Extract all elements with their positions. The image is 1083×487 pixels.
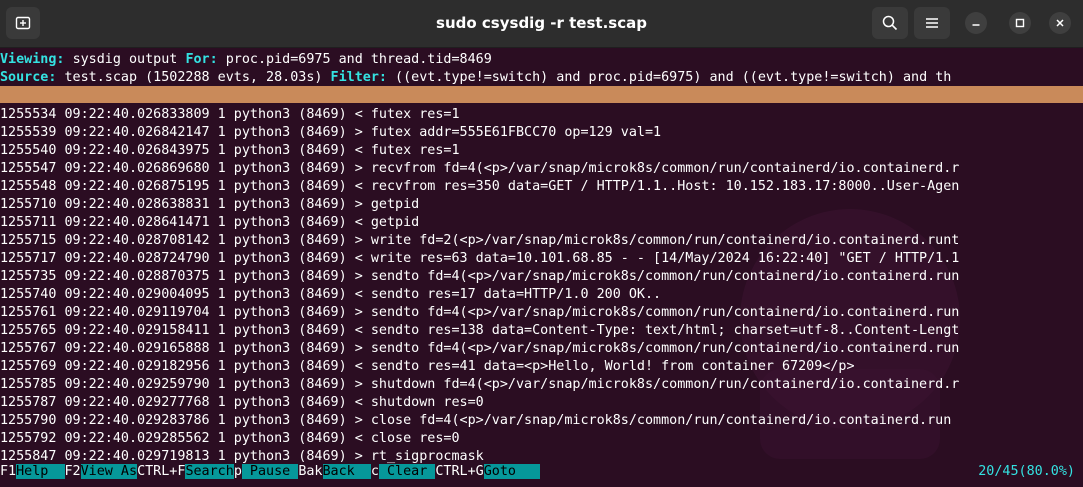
ctrl-f-key: CTRL+F [137, 464, 186, 479]
search-button[interactable] [872, 7, 908, 39]
scroll-progress: 20/45(80.0%) [978, 464, 1075, 479]
viewing-label: Viewing: [0, 52, 65, 67]
function-key-bar: F1Help F2View AsCTRL+FSearchp Pause BakB… [0, 463, 1083, 481]
f2-key: F2 [64, 464, 81, 479]
minimize-icon [972, 24, 980, 26]
hamburger-menu-icon [926, 18, 938, 28]
source-label: Source: [0, 70, 57, 85]
filter-label: Filter: [330, 70, 387, 85]
for-label: For: [185, 52, 218, 67]
event-line[interactable]: 1255717 09:22:40.028724790 1 python3 (84… [0, 250, 1083, 268]
clear-button[interactable]: Clear [378, 464, 436, 479]
back-button[interactable]: Back [322, 464, 371, 479]
view-as-button[interactable]: View As [80, 464, 138, 479]
ctrl-g-key: CTRL+G [435, 464, 484, 479]
terminal-content[interactable]: Viewing: sysdig output For: proc.pid=697… [0, 49, 1083, 487]
event-line[interactable]: 1255710 09:22:40.028638831 1 python3 (84… [0, 196, 1083, 214]
event-line[interactable]: 1255785 09:22:40.029259790 1 python3 (84… [0, 376, 1083, 394]
menu-button[interactable] [914, 7, 950, 39]
column-header-bar [0, 86, 1083, 103]
new-tab-icon [15, 16, 31, 30]
title-bar: sudo csysdig -r test.scap [0, 0, 1083, 48]
minimize-button[interactable] [965, 12, 987, 34]
c-key: c [370, 464, 379, 479]
source-line: Source: test.scap (1502288 evts, 28.03s)… [0, 69, 1083, 87]
event-line[interactable]: 1255539 09:22:40.026842147 1 python3 (84… [0, 124, 1083, 142]
event-line[interactable]: 1255715 09:22:40.028708142 1 python3 (84… [0, 232, 1083, 250]
event-line[interactable]: 1255769 09:22:40.029182956 1 python3 (84… [0, 358, 1083, 376]
filter-value: ((evt.type!=switch) and proc.pid=6975) a… [395, 70, 952, 85]
terminal-window: sudo csysdig -r test.scap Viewing: sysdi… [0, 0, 1083, 487]
event-line[interactable]: 1255790 09:22:40.029283786 1 python3 (84… [0, 412, 1083, 430]
event-line[interactable]: 1255792 09:22:40.029285562 1 python3 (84… [0, 430, 1083, 448]
new-tab-button[interactable] [6, 7, 40, 39]
event-line[interactable]: 1255787 09:22:40.029277768 1 python3 (84… [0, 394, 1083, 412]
source-value: test.scap (1502288 evts, 28.03s) [64, 70, 323, 85]
event-line[interactable]: 1255547 09:22:40.026869680 1 python3 (84… [0, 160, 1083, 178]
for-value: proc.pid=6975 and thread.tid=8469 [225, 52, 492, 67]
event-line[interactable]: 1255765 09:22:40.029158411 1 python3 (84… [0, 322, 1083, 340]
event-line[interactable]: 1255735 09:22:40.028870375 1 python3 (84… [0, 268, 1083, 286]
search-function-button[interactable]: Search [185, 464, 234, 479]
bak-key: Bak [298, 464, 323, 479]
event-line[interactable]: 1255534 09:22:40.026833809 1 python3 (84… [0, 106, 1083, 124]
event-line[interactable]: 1255767 09:22:40.029165888 1 python3 (84… [0, 340, 1083, 358]
close-icon [1056, 19, 1064, 27]
maximize-icon [1015, 18, 1025, 28]
help-button[interactable]: Help [16, 464, 65, 479]
f1-key: F1 [0, 464, 17, 479]
search-icon [882, 15, 898, 31]
event-line[interactable]: 1255740 09:22:40.029004095 1 python3 (84… [0, 286, 1083, 304]
pause-button[interactable]: Pause [241, 464, 299, 479]
viewing-value: sysdig output [72, 52, 178, 67]
goto-button[interactable]: Goto [483, 464, 541, 479]
event-line[interactable]: 1255711 09:22:40.028641471 1 python3 (84… [0, 214, 1083, 232]
event-line[interactable]: 1255761 09:22:40.029119704 1 python3 (84… [0, 304, 1083, 322]
close-button[interactable] [1049, 12, 1071, 34]
event-line[interactable]: 1255540 09:22:40.026843975 1 python3 (84… [0, 142, 1083, 160]
maximize-button[interactable] [1009, 12, 1031, 34]
event-line[interactable]: 1255548 09:22:40.026875195 1 python3 (84… [0, 178, 1083, 196]
viewing-line: Viewing: sysdig output For: proc.pid=697… [0, 51, 1083, 69]
p-key: p [233, 464, 242, 479]
